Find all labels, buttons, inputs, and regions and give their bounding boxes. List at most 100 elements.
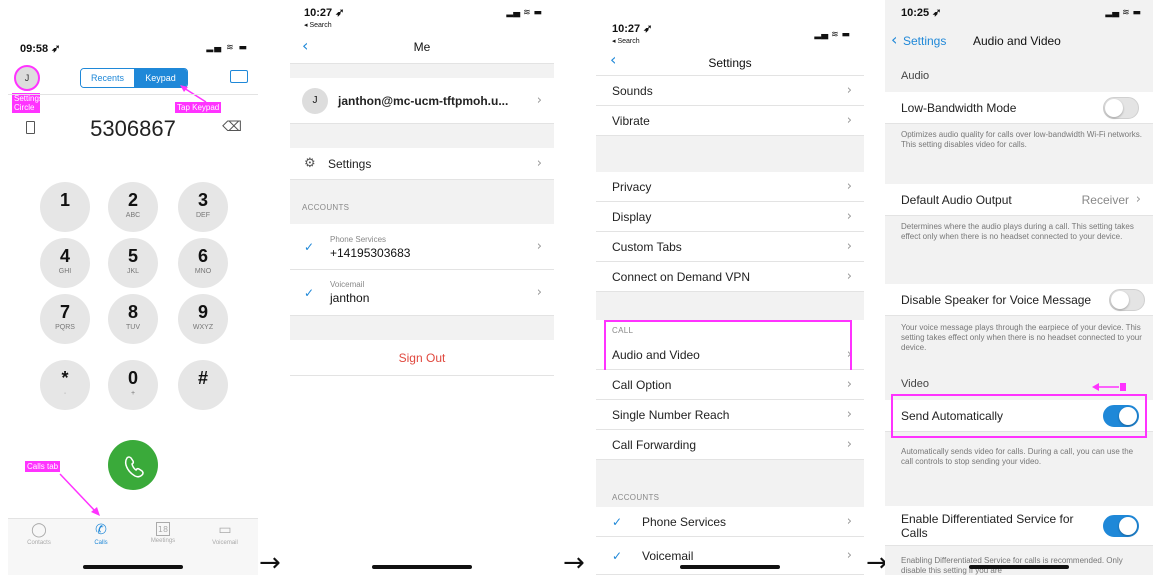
status-time: 10:27 ➶ (612, 23, 653, 35)
voicemail-row[interactable]: ✓ Voicemail janthon › (290, 270, 554, 316)
divider (8, 94, 258, 95)
home-indicator (680, 565, 780, 569)
chevron-right-icon: › (846, 239, 852, 254)
dialed-number: 5306867 (90, 116, 176, 141)
disable-speaker-toggle[interactable] (1109, 288, 1145, 311)
settings-connect-vpn[interactable]: Connect on Demand VPN › (596, 262, 864, 292)
key-0[interactable]: 0 + (108, 360, 158, 410)
screen-me: 10:27 ➶ ◂ Search ▂▄ ≋ ▬ ‹ Me J janthon@m… (290, 0, 554, 575)
settings-label: Settings (328, 156, 372, 171)
settings-call-forwarding[interactable]: Call Forwarding › (596, 430, 864, 460)
settings-sounds[interactable]: Sounds › (596, 76, 864, 106)
key-3[interactable]: 3 DEF (178, 182, 228, 232)
phone-services-label: Phone Services (330, 235, 387, 244)
default-audio-output-row[interactable]: Default Audio Output Receiver › (885, 184, 1153, 216)
video-header: Video (901, 378, 929, 390)
page-title: Settings (708, 56, 752, 70)
settings-voicemail[interactable]: ✓ Voicemail › (596, 537, 864, 575)
screen-keypad: 09:58 ➶ ▂▄ ≋ ▬ J Settings Circle Recents… (8, 0, 258, 575)
call-button[interactable] (108, 440, 158, 490)
chevron-right-icon: › (846, 407, 852, 422)
key-7[interactable]: 7 PQRS (40, 294, 90, 344)
chevron-right-icon: › (846, 209, 852, 224)
back-settings-link[interactable]: Settings (903, 34, 946, 48)
tab-contacts[interactable]: ◯ Contacts (14, 522, 64, 546)
key-hash[interactable]: # (178, 360, 228, 410)
chevron-right-icon: › (536, 93, 542, 108)
chevron-right-icon: › (536, 156, 542, 171)
screen-audio-video: 10:25 ➶ ▂▄ ≋ ▬ ‹ Settings Audio and Vide… (885, 0, 1153, 575)
tab-meetings[interactable]: 18 Meetings (138, 522, 188, 544)
phone-icon: ✆ (95, 522, 107, 538)
settings-vibrate[interactable]: Vibrate › (596, 106, 864, 136)
low-bandwidth-description: Optimizes audio quality for calls over l… (901, 130, 1142, 149)
segmented-control: Recents Keypad (80, 68, 188, 88)
settings-custom-tabs[interactable]: Custom Tabs › (596, 232, 864, 262)
differentiated-service-toggle[interactable] (1103, 514, 1139, 537)
settings-display[interactable]: Display › (596, 202, 864, 232)
status-time: 10:25 ➶ (901, 7, 942, 19)
back-chevron-icon[interactable]: ‹ (891, 30, 897, 49)
chevron-right-icon: › (536, 239, 542, 254)
settings-call-option[interactable]: Call Option › (596, 370, 864, 400)
key-4[interactable]: 4 GHI (40, 238, 90, 288)
check-icon: ✓ (612, 548, 623, 563)
chevron-right-icon: › (846, 83, 852, 98)
tab-voicemail[interactable]: ▭ Voicemail (200, 522, 250, 546)
avatar-settings-circle[interactable]: J (14, 65, 40, 91)
backspace-icon[interactable]: ⌫ (222, 119, 242, 135)
tab-calls[interactable]: ✆ Calls (76, 522, 126, 546)
key-8[interactable]: 8 TUV (108, 294, 158, 344)
disable-speaker-row: Disable Speaker for Voice Message (885, 284, 1153, 316)
annotation-tap-keypad: Tap Keypad (175, 102, 222, 113)
settings-phone-services[interactable]: ✓ Phone Services › (596, 507, 864, 537)
voicemail-label: Voicemail (330, 280, 365, 289)
person-icon: ◯ (31, 522, 47, 538)
check-icon: ✓ (304, 239, 315, 254)
avatar-initial: J (24, 73, 30, 83)
key-1[interactable]: 1 (40, 182, 90, 232)
sign-out-label: Sign Out (398, 350, 446, 365)
key-star[interactable]: * · (40, 360, 90, 410)
tab-recents[interactable]: Recents (81, 69, 134, 87)
annotation-settings-circle: Settings Circle (12, 93, 43, 113)
status-icons: ▂▄ ≋ ▬ (206, 43, 248, 53)
default-audio-output-value: Receiver (1081, 192, 1129, 207)
sign-out-button[interactable]: Sign Out (290, 340, 554, 376)
low-bandwidth-toggle[interactable] (1103, 96, 1139, 119)
settings-privacy[interactable]: Privacy › (596, 172, 864, 202)
accounts-header: ACCOUNTS (612, 493, 660, 502)
key-5[interactable]: 5 JKL (108, 238, 158, 288)
page-title: Audio and Video (973, 34, 1061, 48)
phone-services-number: +14195303683 (330, 246, 411, 260)
settings-single-number-reach[interactable]: Single Number Reach › (596, 400, 864, 430)
calls-tab-arrow-icon (59, 473, 100, 516)
key-9[interactable]: 9 WXYZ (178, 294, 228, 344)
status-icons: ▂▄ ≋ ▬ (814, 30, 850, 40)
gear-icon: ⚙ (304, 156, 316, 171)
check-icon: ✓ (612, 514, 623, 529)
back-to-search[interactable]: ◂ Search (304, 21, 332, 29)
send-automatically-description: Automatically sends video for calls. Dur… (901, 447, 1134, 466)
key-6[interactable]: 6 MNO (178, 238, 228, 288)
home-indicator (83, 565, 183, 569)
settings-row[interactable]: ⚙ Settings › (290, 148, 554, 180)
highlight-audio-and-video (604, 320, 852, 376)
status-bar: 09:58 ➶ ▂▄ ≋ ▬ (8, 0, 258, 55)
chevron-right-icon: › (536, 285, 542, 300)
phone-icon (124, 456, 144, 478)
keyboard-icon[interactable] (230, 70, 248, 83)
account-email: janthon@mc-ucm-tftpmoh.u... (338, 93, 509, 108)
key-2[interactable]: 2 ABC (108, 182, 158, 232)
account-row[interactable]: J janthon@mc-ucm-tftpmoh.u... › (290, 78, 554, 124)
disable-speaker-description: Your voice message plays through the ear… (901, 323, 1142, 352)
status-time: 09:58 ➶ (20, 43, 61, 55)
lower-fill (290, 376, 554, 575)
flow-arrow-2: → (563, 548, 585, 575)
back-to-search[interactable]: ◂ Search (612, 37, 640, 45)
voicemail-icon: ▭ (218, 522, 232, 538)
chevron-right-icon: › (846, 377, 852, 392)
audio-header: Audio (901, 70, 930, 82)
annotation-arrow-icon (1092, 383, 1126, 391)
phone-services-row[interactable]: ✓ Phone Services +14195303683 › (290, 224, 554, 270)
